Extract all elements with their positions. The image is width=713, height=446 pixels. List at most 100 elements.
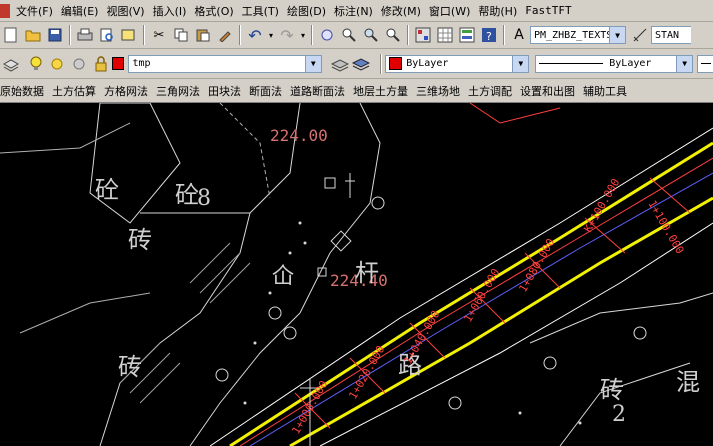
building-outline-right xyxy=(529,292,713,344)
building-number-8: 8 xyxy=(197,186,211,211)
temple-symbol: 仚 xyxy=(272,264,294,289)
cut-icon[interactable]: ✂ xyxy=(149,25,169,45)
lightbulb-on-icon[interactable] xyxy=(26,54,46,74)
red-boundary xyxy=(469,103,561,124)
undo-icon[interactable]: ↶ xyxy=(245,25,265,45)
plugin-menu-settings-plot[interactable]: 设置和出图 xyxy=(520,83,583,99)
color-dropdown[interactable]: ByLayer ▼ xyxy=(385,54,530,73)
freeze-sun-icon[interactable] xyxy=(47,54,67,74)
match-properties-icon[interactable] xyxy=(215,25,235,45)
layer-name-value: tmp xyxy=(132,58,151,69)
menu-modify[interactable]: 修改(M) xyxy=(381,3,429,19)
chevron-down-icon[interactable]: ▼ xyxy=(676,55,693,72)
pan-icon[interactable] xyxy=(317,25,337,45)
lineweight-sample xyxy=(701,63,712,64)
plugin-menu-grid-method[interactable]: 方格网法 xyxy=(104,83,156,99)
plugin-menu-earth-allocation[interactable]: 土方调配 xyxy=(468,83,520,99)
toolbar-separator xyxy=(407,25,409,45)
drawing-canvas[interactable]: 224.00 224.40 砼 砼 8 砖 砖 砖 2 混 杆 仚 路 1+10… xyxy=(0,103,713,446)
layers-toolbar: tmp ▼ ByLayer ▼ ByLayer ▼ xyxy=(0,49,713,79)
app-icon[interactable] xyxy=(0,3,10,18)
menu-window[interactable]: 窗口(W) xyxy=(429,3,478,19)
copy-icon[interactable] xyxy=(171,25,191,45)
material-label-concrete-2: 砼 xyxy=(175,181,199,209)
chevron-down-icon[interactable]: ▼ xyxy=(512,55,529,72)
menu-fasttft[interactable]: FastTFT xyxy=(525,4,579,17)
menu-dimension[interactable]: 标注(N) xyxy=(334,3,381,19)
plugin-menu-field-method[interactable]: 田块法 xyxy=(208,83,249,99)
toolbar-separator xyxy=(69,25,71,45)
undo-dropdown-icon[interactable]: ▾ xyxy=(267,25,275,45)
text-style-icon[interactable]: A xyxy=(509,25,529,45)
menu-view[interactable]: 视图(V) xyxy=(106,3,152,19)
layer-manager-icon[interactable] xyxy=(1,54,21,74)
cad-drawing[interactable]: 224.00 224.40 砼 砼 8 砖 砖 砖 2 混 杆 仚 路 1+10… xyxy=(0,103,713,446)
open-folder-icon[interactable] xyxy=(23,25,43,45)
properties-icon[interactable] xyxy=(413,25,433,45)
plugin-menu-triangle-method[interactable]: 三角网法 xyxy=(156,83,208,99)
plugin-menu-road-section-method[interactable]: 道路断面法 xyxy=(290,83,353,99)
freeze-viewport-icon[interactable] xyxy=(69,54,89,74)
toolbar-separator xyxy=(503,25,505,45)
toolbar-separator xyxy=(239,25,241,45)
chevron-down-icon[interactable]: ▼ xyxy=(304,55,321,72)
linetype-value: ByLayer xyxy=(609,58,652,69)
toolbar-separator xyxy=(311,25,313,45)
menu-insert[interactable]: 插入(I) xyxy=(153,3,195,19)
new-file-icon[interactable] xyxy=(1,25,21,45)
pole-label: 杆 xyxy=(355,259,379,287)
material-label-mixed: 混 xyxy=(676,368,700,396)
print-icon[interactable] xyxy=(75,25,95,45)
plugin-menu-aux-tools[interactable]: 辅助工具 xyxy=(583,83,635,99)
menu-format[interactable]: 格式(O) xyxy=(194,3,241,19)
menu-tools[interactable]: 工具(T) xyxy=(242,3,287,19)
tool-palettes-icon[interactable] xyxy=(457,25,477,45)
lock-icon[interactable] xyxy=(91,54,111,74)
design-center-icon[interactable] xyxy=(435,25,455,45)
menu-file[interactable]: 文件(F) xyxy=(16,3,61,19)
standard-toolbar: ✂ ↶ ▾ ↷ ▾ ? A PM_ZHBZ_TEXTS ▼ STAN xyxy=(0,22,713,49)
svg-text:?: ? xyxy=(486,30,492,43)
menu-edit[interactable]: 编辑(E) xyxy=(61,3,107,19)
plugin-menubar: 原始数据 土方估算 方格网法 三角网法 田块法 断面法 道路断面法 地层土方量 … xyxy=(0,79,713,103)
dim-style-dropdown[interactable]: STAN xyxy=(651,26,691,44)
zoom-realtime-icon[interactable] xyxy=(339,25,359,45)
plugin-menu-section-method[interactable]: 断面法 xyxy=(249,83,290,99)
redo-icon[interactable]: ↷ xyxy=(277,25,297,45)
lineweight-dropdown[interactable] xyxy=(697,54,713,73)
zoom-previous-icon[interactable] xyxy=(383,25,403,45)
plugin-menu-3d-site[interactable]: 三维场地 xyxy=(416,83,468,99)
publish-icon[interactable] xyxy=(119,25,139,45)
material-label-concrete: 砼 xyxy=(95,176,119,204)
plugin-menu-raw-data[interactable]: 原始数据 xyxy=(0,83,52,99)
material-label-brick: 砖 xyxy=(128,226,152,254)
lot-line xyxy=(0,122,131,154)
building-outline xyxy=(89,103,181,224)
material-label-brick-2: 砖 xyxy=(118,353,142,381)
help-icon[interactable]: ? xyxy=(479,25,499,45)
toolbar-separator xyxy=(143,25,145,45)
elevation-label-1: 224.00 xyxy=(270,126,328,145)
text-style-dropdown[interactable]: PM_ZHBZ_TEXTS ▼ xyxy=(530,26,626,44)
save-icon[interactable] xyxy=(45,25,65,45)
color-value: ByLayer xyxy=(406,58,449,69)
layer-previous-icon[interactable] xyxy=(352,54,372,74)
menu-help[interactable]: 帮助(H) xyxy=(478,3,525,19)
print-preview-icon[interactable] xyxy=(97,25,117,45)
material-label-brick-3: 砖 xyxy=(600,376,624,404)
dim-style-icon[interactable] xyxy=(630,25,650,45)
plugin-menu-stratum-volume[interactable]: 地层土方量 xyxy=(353,83,416,99)
linetype-dropdown[interactable]: ByLayer ▼ xyxy=(535,54,694,73)
redo-dropdown-icon[interactable]: ▾ xyxy=(299,25,307,45)
menu-draw[interactable]: 绘图(D) xyxy=(287,3,334,19)
dashed-boundary xyxy=(219,103,271,199)
plugin-menu-earthwork-estimate[interactable]: 土方估算 xyxy=(52,83,104,99)
paste-icon[interactable] xyxy=(193,25,213,45)
zoom-window-icon[interactable] xyxy=(361,25,381,45)
path-edge xyxy=(99,212,251,446)
make-current-layer-icon[interactable] xyxy=(330,54,350,74)
layer-dropdown[interactable]: tmp ▼ xyxy=(128,54,322,73)
hatch-lines xyxy=(189,242,251,304)
station-label: 1+100.000 xyxy=(645,198,686,256)
chevron-down-icon[interactable]: ▼ xyxy=(609,27,625,43)
